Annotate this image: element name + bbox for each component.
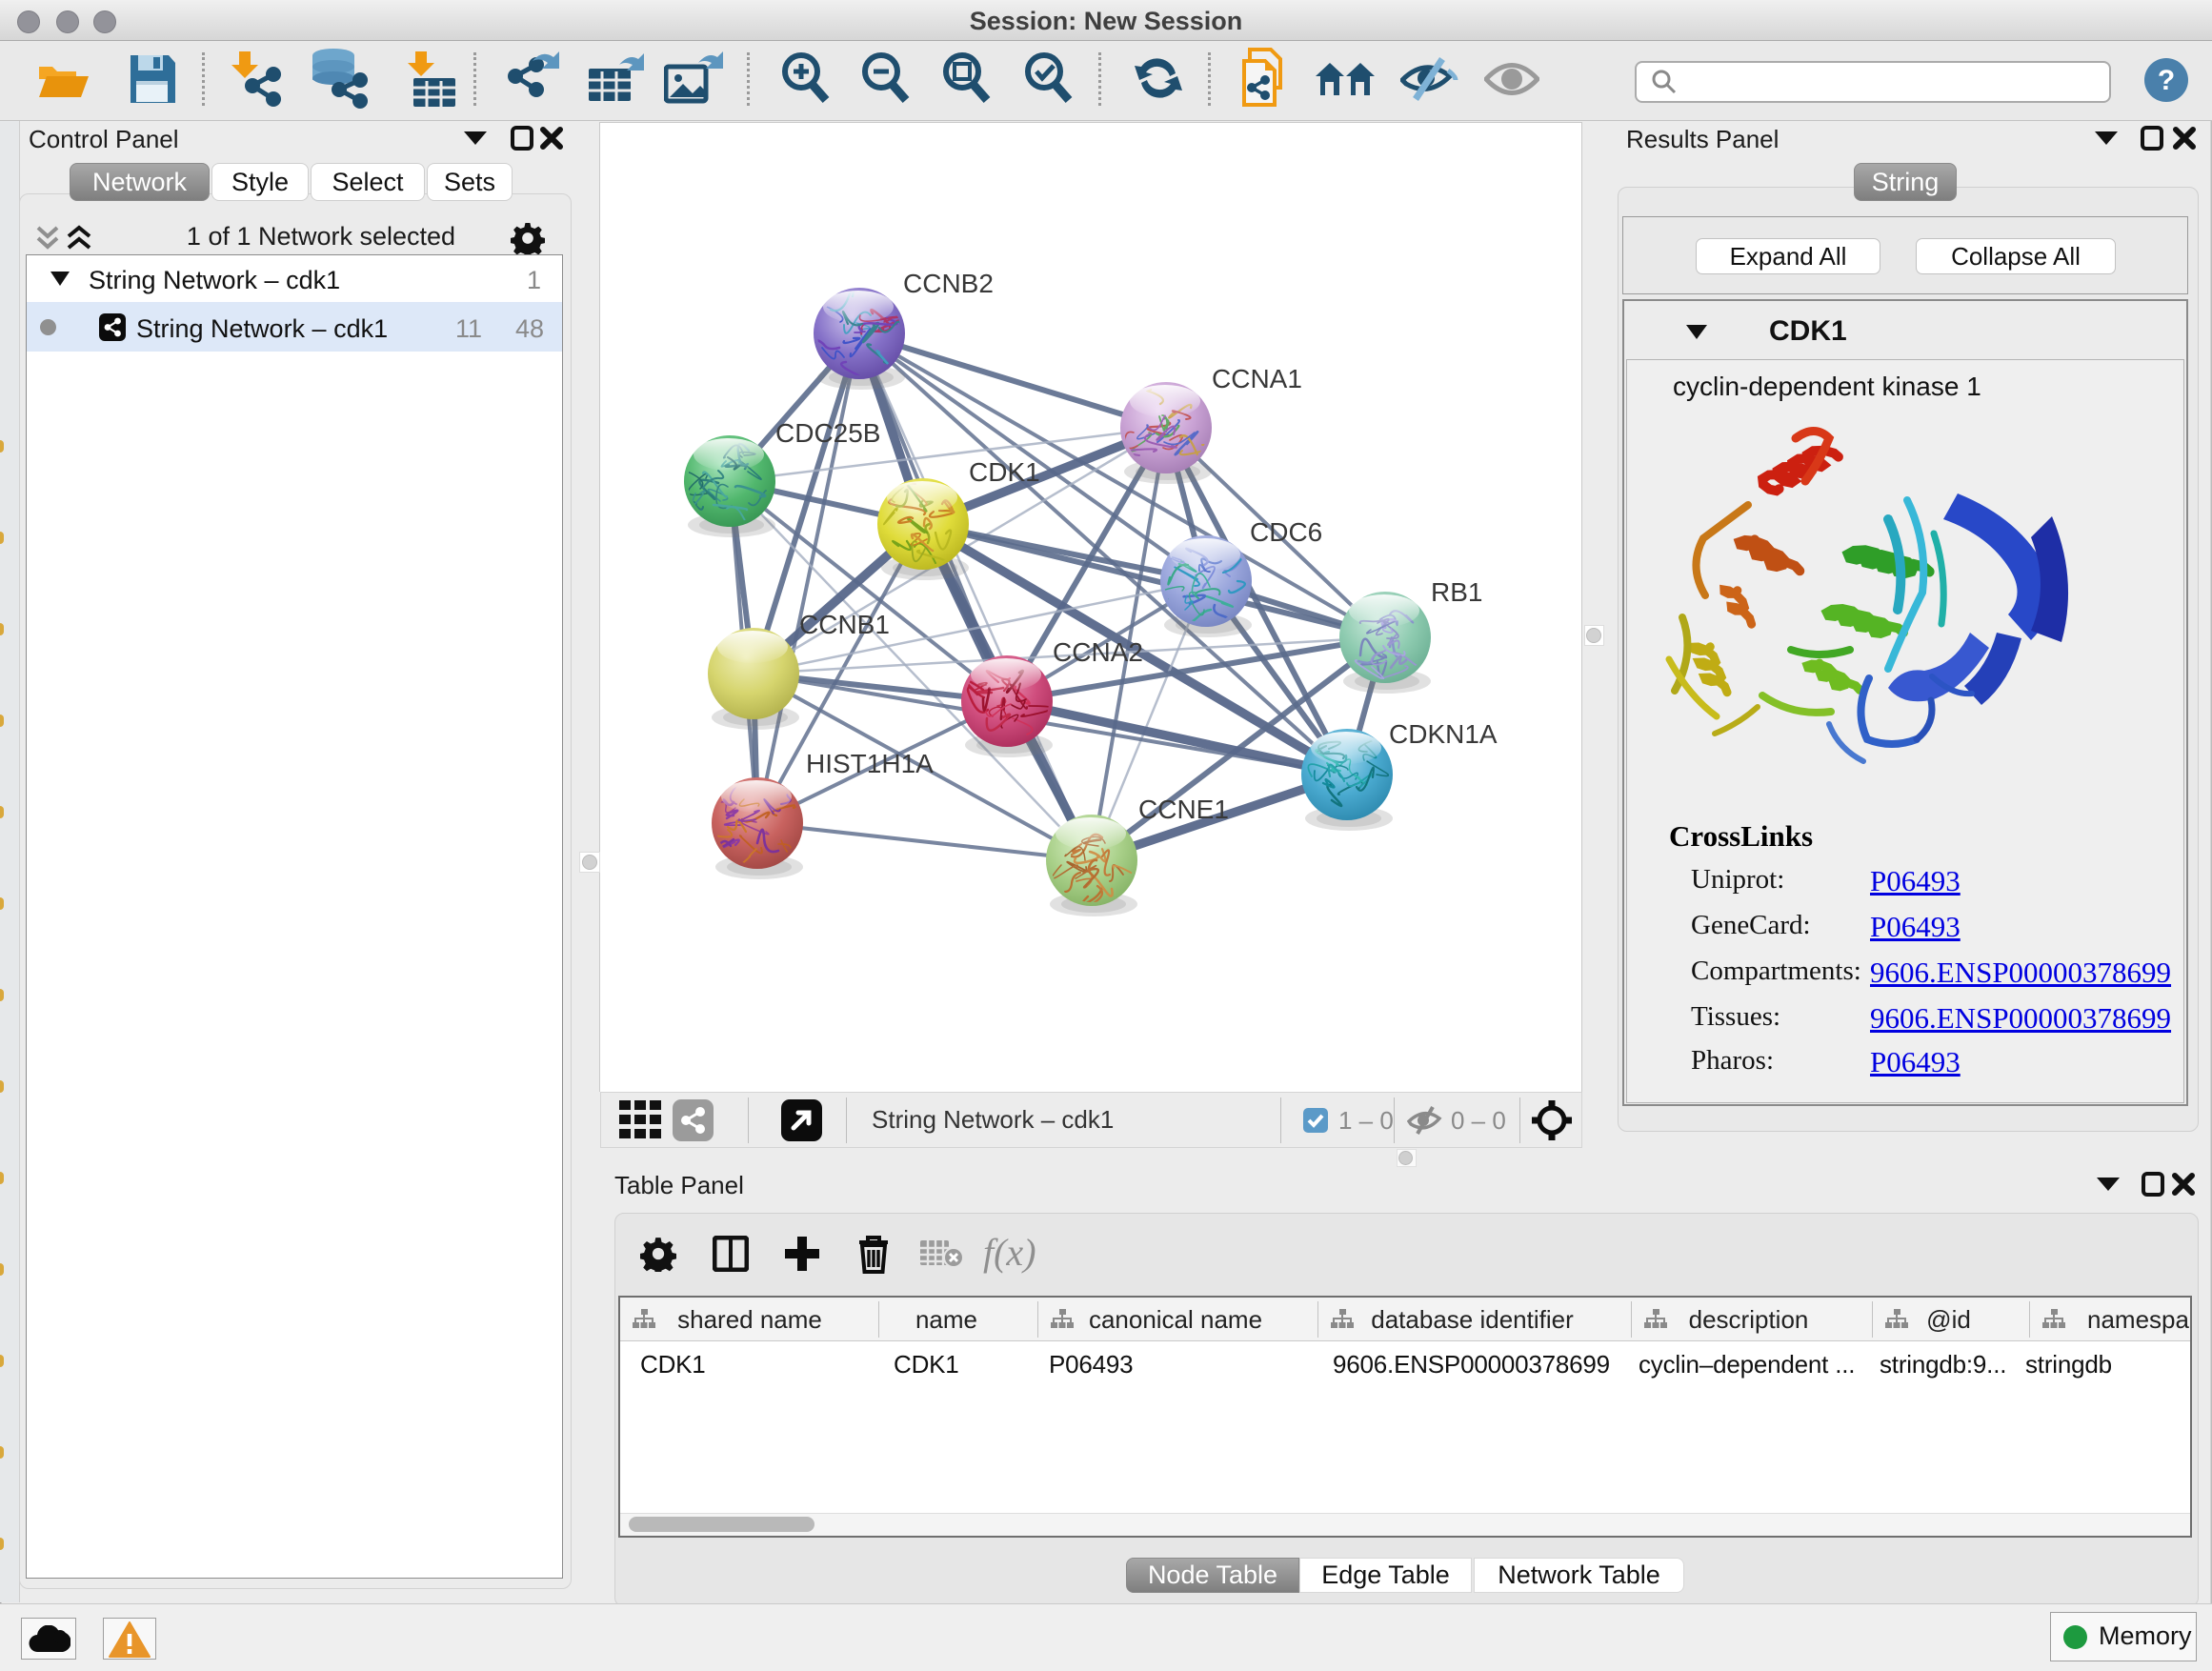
svg-text:CCNB1: CCNB1 [799, 610, 890, 639]
svg-text:CDK1: CDK1 [969, 457, 1040, 487]
svg-text:RB1: RB1 [1431, 577, 1482, 607]
svg-text:CDC6: CDC6 [1250, 517, 1322, 547]
svg-text:HIST1H1A: HIST1H1A [806, 749, 934, 778]
svg-text:CDC25B: CDC25B [775, 418, 880, 448]
svg-text:?: ? [2158, 65, 2175, 96]
svg-text:CDKN1A: CDKN1A [1389, 719, 1498, 749]
svg-text:CCNE1: CCNE1 [1138, 795, 1229, 824]
svg-text:CCNA2: CCNA2 [1053, 637, 1143, 667]
svg-text:CCNA1: CCNA1 [1212, 364, 1302, 393]
svg-text:CCNB2: CCNB2 [903, 269, 994, 298]
